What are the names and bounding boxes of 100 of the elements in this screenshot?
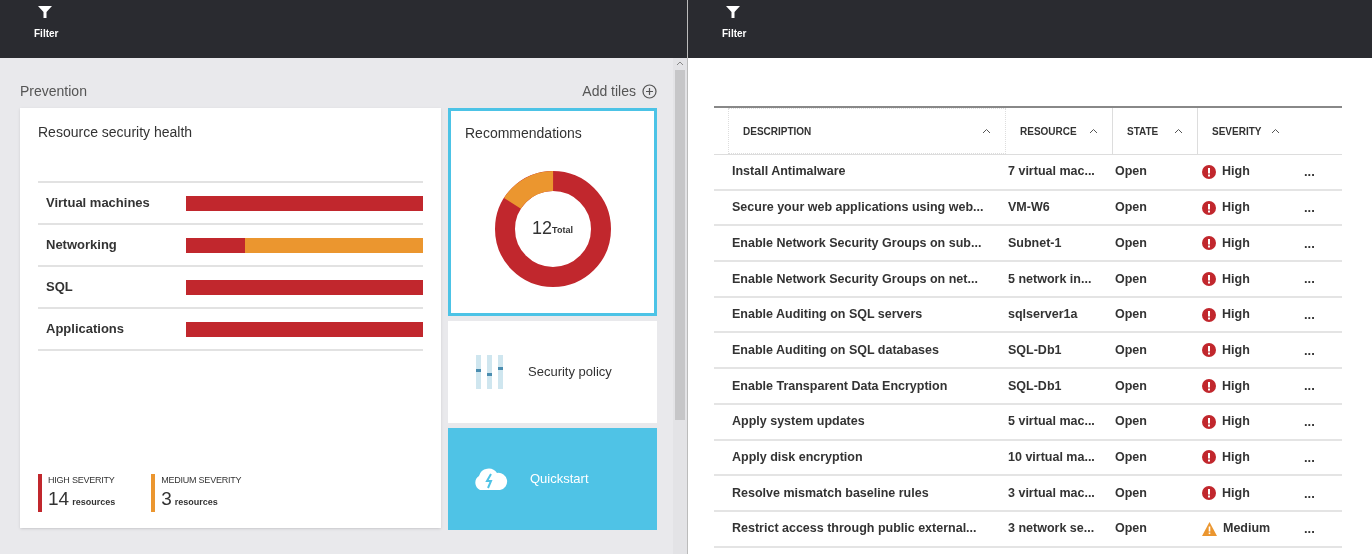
column-header[interactable]: STATE (1113, 108, 1198, 154)
sort-up-icon (1271, 128, 1280, 134)
table-cell-text: Secure your web applications using web... (731, 199, 985, 217)
table-cell-text: Restrict access through public external... (731, 520, 978, 538)
severity-label: High (1222, 341, 1250, 359)
table-cell-text: SQL-Db1 (1007, 341, 1063, 359)
scroll-up-icon (676, 60, 684, 66)
column-header[interactable]: DESCRIPTION (728, 108, 1006, 154)
more-button[interactable]: ... (1298, 415, 1321, 429)
table-row[interactable]: Apply system updates 5 virtual mac... Open High ... (714, 404, 1342, 441)
table-cell-text: Enable Auditing on SQL servers (731, 306, 924, 324)
sort-up-icon (1089, 128, 1098, 134)
error-icon (1202, 307, 1216, 322)
table-cell-text: Subnet-1 (1007, 234, 1063, 252)
error-icon (1202, 486, 1216, 501)
legend-title: HIGH SEVERITY (48, 474, 116, 487)
table-row[interactable]: Resolve mismatch baseline rules 3 virtual mac... Open High ... (714, 476, 1342, 512)
column-header[interactable]: RESOURCE (1006, 108, 1113, 154)
table-cell-text: Open (1114, 448, 1148, 466)
error-icon (1202, 164, 1216, 179)
table-cell-text: 5 network in... (1007, 270, 1093, 288)
total-label: Total (552, 224, 573, 237)
warning-icon (1202, 521, 1217, 536)
table-cell-text: 7 virtual mac... (1007, 163, 1096, 181)
security-policy-tile[interactable]: Security policy (448, 321, 657, 423)
resource-label: Applications (46, 320, 125, 339)
table-cell-text: Open (1114, 306, 1148, 324)
high-severity-segment (186, 237, 246, 253)
table-cell-text: Open (1114, 520, 1148, 538)
table-cell-text: Open (1114, 413, 1148, 431)
sort-up-icon (982, 128, 991, 134)
error-icon (1202, 450, 1216, 465)
add-tiles-button[interactable]: Add tiles (582, 80, 657, 102)
more-button[interactable]: ... (1298, 201, 1321, 215)
more-button[interactable]: ... (1298, 450, 1321, 464)
more-button[interactable]: ... (1298, 343, 1321, 357)
more-button[interactable]: ... (1298, 165, 1321, 179)
error-icon (1202, 343, 1216, 358)
scrollbar[interactable] (673, 58, 687, 554)
table-cell-text: Open (1114, 163, 1148, 181)
severity-label: High (1222, 413, 1250, 431)
legend-count: 3 (161, 487, 172, 510)
severity-label: High (1222, 377, 1250, 395)
table-cell-text: 5 virtual mac... (1007, 413, 1096, 431)
table-cell-text: Open (1114, 199, 1148, 217)
tile-title: Security policy (528, 363, 612, 382)
table-cell-text: 3 network se... (1007, 520, 1096, 538)
table-row[interactable]: Install Antimalware 7 virtual mac... Open High ... (714, 155, 1342, 191)
table-row[interactable]: Restrict access through public external... 3 network se... Open Medium ... (714, 511, 1342, 548)
table-cell-text: 10 virtual ma... (1007, 448, 1096, 466)
legend-title: MEDIUM SEVERITY (161, 474, 242, 487)
severity-label: High (1222, 163, 1250, 181)
table-cell-text: Apply system updates (731, 413, 866, 431)
table-cell-text: sqlserver1a (1007, 306, 1079, 324)
table-cell-text: Apply disk encryption (731, 448, 864, 466)
sliders-icon (474, 355, 506, 389)
table-cell-text: Open (1114, 484, 1148, 502)
more-button[interactable]: ... (1298, 486, 1321, 500)
resource-label: SQL (46, 278, 74, 297)
table-row[interactable]: Enable Auditing on SQL databases SQL-Db1 Open High ... (714, 333, 1342, 370)
more-button[interactable]: ... (1298, 236, 1321, 250)
error-icon (1202, 271, 1216, 286)
severity-label: High (1222, 306, 1250, 324)
error-icon (1202, 414, 1216, 429)
error-icon (1202, 200, 1216, 215)
more-button[interactable]: ... (1298, 379, 1321, 393)
more-button[interactable]: ... (1298, 522, 1321, 536)
table-cell-text: Open (1114, 377, 1148, 395)
filter-icon[interactable] (726, 6, 740, 18)
error-icon (1202, 236, 1216, 251)
severity-label: High (1222, 484, 1250, 502)
health-tile[interactable]: Resource security health Virtual machines Networking SQL Applications HIGH SEVERITY 14 resources MEDIUM SEVERITY 3 resources (20, 108, 441, 528)
table-row[interactable]: Enable Transparent Data Encryption SQL-Db1 Open High ... (714, 369, 1342, 405)
tile-title: Recommendations (465, 124, 583, 143)
more-button[interactable]: ... (1298, 272, 1321, 286)
table-cell-text: Install Antimalware (731, 163, 847, 181)
filter-icon[interactable] (38, 6, 52, 18)
sort-up-icon (1174, 128, 1183, 134)
table-cell-text: VM-W6 (1007, 199, 1051, 217)
table-cell-text: Enable Network Security Groups on sub... (731, 234, 983, 252)
table-row[interactable]: Enable Network Security Groups on net... 5 network in... Open High ... (714, 262, 1342, 298)
legend-unit: resources (174, 495, 218, 509)
table-cell-text: Enable Transparent Data Encryption (731, 377, 949, 395)
column-header[interactable]: SEVERITY (1198, 108, 1324, 154)
resource-label: Networking (46, 236, 118, 255)
cloud-icon (472, 468, 508, 490)
recommendations-tile[interactable]: Recommendations 12Total (448, 108, 657, 316)
table-row[interactable]: Enable Auditing on SQL servers sqlserver1a Open High ... (714, 297, 1342, 334)
scrollbar-thumb[interactable] (675, 70, 685, 420)
severity-label: High (1222, 270, 1250, 288)
more-button[interactable]: ... (1298, 308, 1321, 322)
severity-label: Medium (1223, 520, 1271, 538)
table-cell-text: Resolve mismatch baseline rules (731, 484, 930, 502)
table-row[interactable]: Apply disk encryption 10 virtual ma... Open High ... (714, 440, 1342, 477)
resource-label: Virtual machines (46, 194, 151, 213)
table-cell-text: Enable Network Security Groups on net... (731, 270, 979, 288)
table-row[interactable]: Enable Network Security Groups on sub... Subnet-1 Open High ... (714, 226, 1342, 263)
legend-unit: resources (72, 495, 116, 509)
tile-title: Resource security health (38, 123, 194, 142)
table-row[interactable]: Secure your web applications using web... VM-W6 Open High ... (714, 190, 1342, 227)
